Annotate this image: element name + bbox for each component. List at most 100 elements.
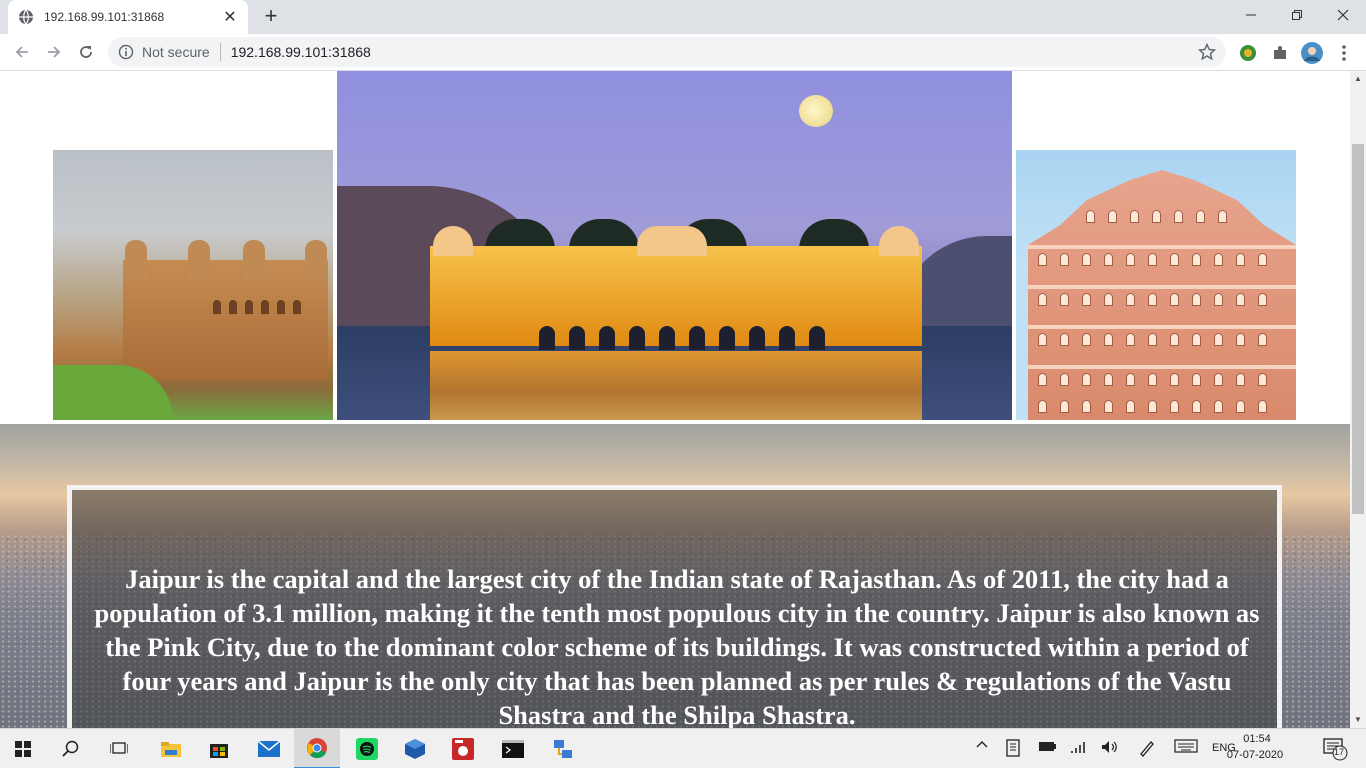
start-icon[interactable]	[0, 729, 46, 768]
facade-window	[1082, 253, 1091, 266]
facade-window	[1170, 400, 1179, 413]
palace-arch	[689, 326, 705, 350]
facade-window	[1060, 293, 1069, 306]
facade-window	[1126, 293, 1135, 306]
network-app-icon[interactable]	[540, 729, 586, 768]
address-bar[interactable]: Not secure 192.168.99.101:31868	[108, 37, 1226, 67]
extensions-puzzle-icon[interactable]	[1269, 42, 1291, 64]
omnibox-divider	[219, 43, 221, 61]
browser-toolbar: Not secure 192.168.99.101:31868	[0, 34, 1366, 71]
facade-window	[1104, 400, 1113, 413]
security-status[interactable]: Not secure	[142, 44, 210, 60]
facade-window	[1082, 293, 1091, 306]
fort-tower	[188, 240, 210, 280]
facade-window	[1038, 293, 1047, 306]
back-button[interactable]	[8, 38, 36, 66]
facade-window	[1152, 210, 1161, 223]
search-icon[interactable]	[48, 729, 94, 768]
close-window-button[interactable]	[1320, 0, 1366, 30]
facade-window	[1104, 293, 1113, 306]
url-text[interactable]: 192.168.99.101:31868	[231, 44, 371, 60]
browser-tab[interactable]: 192.168.99.101:31868 ✕	[8, 0, 248, 34]
facade-window	[1214, 373, 1223, 386]
scroll-thumb[interactable]	[1352, 144, 1364, 514]
notification-icon[interactable]: 17	[1322, 737, 1348, 764]
reload-button[interactable]	[72, 38, 100, 66]
virtualbox-icon[interactable]	[392, 729, 438, 768]
facade-window	[1214, 333, 1223, 346]
mail-icon[interactable]	[246, 729, 292, 768]
more-menu-icon[interactable]	[1333, 42, 1355, 64]
chrome-icon[interactable]	[294, 729, 340, 768]
extension-globe-icon[interactable]	[1237, 42, 1259, 64]
facade-window	[1148, 293, 1157, 306]
fort-window	[245, 300, 253, 314]
bookmark-star-icon[interactable]	[1198, 43, 1216, 61]
arrow-right-icon	[48, 46, 61, 58]
palace-reflection	[430, 351, 922, 420]
spotify-icon[interactable]	[344, 729, 390, 768]
facade-window	[1258, 400, 1267, 413]
avatar[interactable]	[1301, 42, 1323, 64]
reload-icon	[80, 46, 92, 58]
page-viewport: Jaipur is the capital and the largest ci…	[0, 71, 1350, 728]
wifi-icon[interactable]	[1070, 739, 1088, 758]
facade-window	[1038, 333, 1047, 346]
facade-window	[1218, 210, 1227, 223]
app-icon[interactable]	[440, 729, 486, 768]
new-tab-button[interactable]: +	[258, 4, 284, 30]
file-explorer-icon[interactable]	[148, 729, 194, 768]
battery-icon[interactable]	[1038, 739, 1058, 756]
facade-window	[1214, 400, 1223, 413]
facade-ledge	[1028, 245, 1296, 249]
fort-window	[229, 300, 237, 314]
palace-building	[430, 246, 922, 346]
taskbar: ENG 01:54 07-07-2020 17	[0, 728, 1366, 768]
clock-date[interactable]: 07-07-2020	[1220, 749, 1290, 761]
chevron-up-icon[interactable]	[976, 739, 988, 752]
minimize-button[interactable]	[1228, 0, 1274, 30]
fort-window	[293, 300, 301, 314]
palace-dome	[879, 226, 919, 256]
jal-mahal-photo	[337, 71, 1012, 420]
terminal-icon[interactable]	[490, 729, 536, 768]
fort-building	[123, 260, 328, 380]
facade-window	[1236, 253, 1245, 266]
scroll-down-icon[interactable]: ▼	[1350, 712, 1366, 728]
facade-window	[1082, 373, 1091, 386]
close-icon	[1337, 9, 1349, 21]
facade-window	[1126, 373, 1135, 386]
facade-window	[1192, 293, 1201, 306]
restore-icon	[1292, 10, 1302, 20]
arrow-left-icon	[15, 46, 28, 58]
facade-window	[1104, 333, 1113, 346]
facade-window	[1258, 293, 1267, 306]
facade-window	[1236, 333, 1245, 346]
clock-time[interactable]: 01:54	[1232, 733, 1282, 745]
facade-window	[1236, 400, 1245, 413]
facade-window	[1170, 253, 1179, 266]
facade-window	[1082, 400, 1091, 413]
volume-icon[interactable]	[1100, 739, 1120, 758]
facade-window	[1214, 253, 1223, 266]
forward-button[interactable]	[40, 38, 68, 66]
page-scrollbar[interactable]: ▲ ▼	[1350, 71, 1366, 728]
facade-window	[1126, 333, 1135, 346]
tab-close-icon[interactable]: ✕	[222, 7, 238, 27]
facade-window	[1236, 373, 1245, 386]
info-icon[interactable]	[118, 44, 134, 60]
task-view-icon[interactable]	[96, 729, 142, 768]
tablet-icon[interactable]	[1006, 739, 1020, 760]
facade-window	[1258, 253, 1267, 266]
facade-window	[1060, 400, 1069, 413]
amber-fort-photo	[53, 150, 333, 420]
facade-window	[1126, 253, 1135, 266]
scroll-up-icon[interactable]: ▲	[1350, 71, 1366, 87]
facade-window	[1108, 210, 1117, 223]
facade-window	[1082, 333, 1091, 346]
keyboard-icon[interactable]	[1174, 739, 1198, 756]
pen-icon[interactable]	[1138, 739, 1156, 760]
facade-window	[1258, 333, 1267, 346]
restore-button[interactable]	[1274, 0, 1320, 30]
store-icon[interactable]	[196, 729, 242, 768]
